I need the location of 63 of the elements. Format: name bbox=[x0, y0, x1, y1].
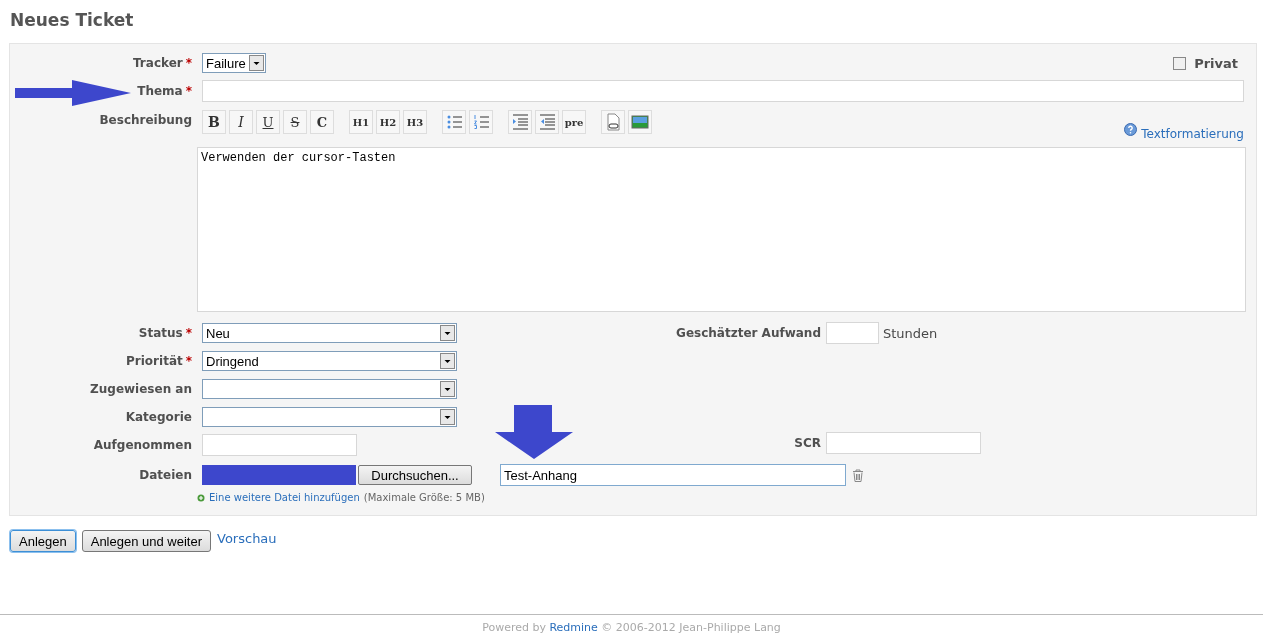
size-note: (Maximale Größe: 5 MB) bbox=[363, 492, 485, 503]
dropdown-field[interactable]: Dringend bbox=[202, 351, 457, 371]
field-label: Priorität bbox=[126, 354, 183, 368]
required-mark: * bbox=[185, 354, 192, 368]
bullet-list-button[interactable] bbox=[442, 110, 466, 134]
format-button[interactable]: C bbox=[310, 110, 334, 134]
text-field[interactable] bbox=[202, 434, 357, 456]
field-label: Status bbox=[138, 326, 183, 340]
field-label: Zugewiesen an bbox=[90, 382, 192, 396]
field-label: Geschätzter Aufwand bbox=[675, 326, 821, 340]
file-description-field[interactable]: Test-Anhang bbox=[500, 464, 846, 486]
unit-label: Stunden bbox=[883, 325, 938, 341]
private-checkbox[interactable] bbox=[1173, 56, 1187, 70]
format-button[interactable]: H3 bbox=[403, 110, 427, 134]
description-field[interactable]: Verwenden der cursor-Tasten bbox=[197, 147, 1246, 312]
bullet-list-icon bbox=[445, 113, 463, 131]
required-mark: * bbox=[185, 56, 192, 70]
outdent-button[interactable] bbox=[535, 110, 559, 134]
footer-text: Powered by Redmine © 2006-2012 Jean-Philippe Lang bbox=[482, 621, 781, 634]
add-file-link[interactable]: Eine weitere Datei hinzufügen bbox=[209, 492, 360, 503]
tracker-select[interactable]: Failure bbox=[202, 53, 266, 73]
page-title: Neues Ticket bbox=[9, 9, 135, 32]
dropdown-field[interactable]: Neu bbox=[202, 323, 457, 343]
trash-icon[interactable] bbox=[852, 468, 864, 482]
field-label: Aufgenommen bbox=[93, 438, 192, 452]
format-button[interactable]: H2 bbox=[376, 110, 400, 134]
field-label: Tracker bbox=[133, 56, 183, 70]
estimate-field[interactable] bbox=[826, 322, 879, 344]
picture-button[interactable] bbox=[628, 110, 652, 134]
field-label: SCR bbox=[793, 436, 821, 450]
indent-button[interactable] bbox=[508, 110, 532, 134]
help-link[interactable]: Textformatierung bbox=[1141, 127, 1244, 141]
format-button[interactable]: B bbox=[202, 110, 226, 134]
numbered-list-icon bbox=[472, 113, 490, 131]
picture-icon bbox=[631, 113, 649, 131]
preview-link[interactable]: Vorschau bbox=[217, 530, 277, 546]
format-button[interactable]: H1 bbox=[349, 110, 373, 134]
required-mark: * bbox=[185, 84, 192, 98]
required-mark: * bbox=[185, 326, 192, 340]
add-icon bbox=[197, 493, 205, 502]
dropdown-field[interactable] bbox=[202, 379, 457, 399]
subject-field[interactable] bbox=[202, 80, 1244, 102]
help-icon bbox=[1124, 123, 1138, 136]
page-link-button[interactable] bbox=[601, 110, 625, 134]
format-button[interactable]: pre bbox=[562, 110, 586, 134]
dropdown-field[interactable] bbox=[202, 407, 457, 427]
format-button[interactable]: I bbox=[229, 110, 253, 134]
field-label: Beschreibung bbox=[98, 112, 193, 127]
redmine-link[interactable]: Redmine bbox=[549, 621, 598, 634]
indent-icon bbox=[511, 113, 529, 131]
submit-button[interactable]: Anlegen bbox=[10, 530, 76, 552]
outdent-icon bbox=[538, 113, 556, 131]
scr-field[interactable] bbox=[826, 432, 981, 454]
submit-button[interactable]: Anlegen und weiter bbox=[81, 530, 212, 552]
private-label: Privat bbox=[1194, 55, 1238, 71]
format-button[interactable]: S bbox=[283, 110, 307, 134]
field-label: Dateien bbox=[138, 468, 193, 482]
numbered-list-button[interactable] bbox=[469, 110, 493, 134]
field-label: Kategorie bbox=[125, 410, 192, 424]
format-button[interactable]: U bbox=[256, 110, 280, 134]
browse-button[interactable]: Durchsuchen... bbox=[358, 465, 472, 485]
field-label: Thema bbox=[137, 84, 183, 98]
page-link-icon bbox=[604, 113, 622, 131]
